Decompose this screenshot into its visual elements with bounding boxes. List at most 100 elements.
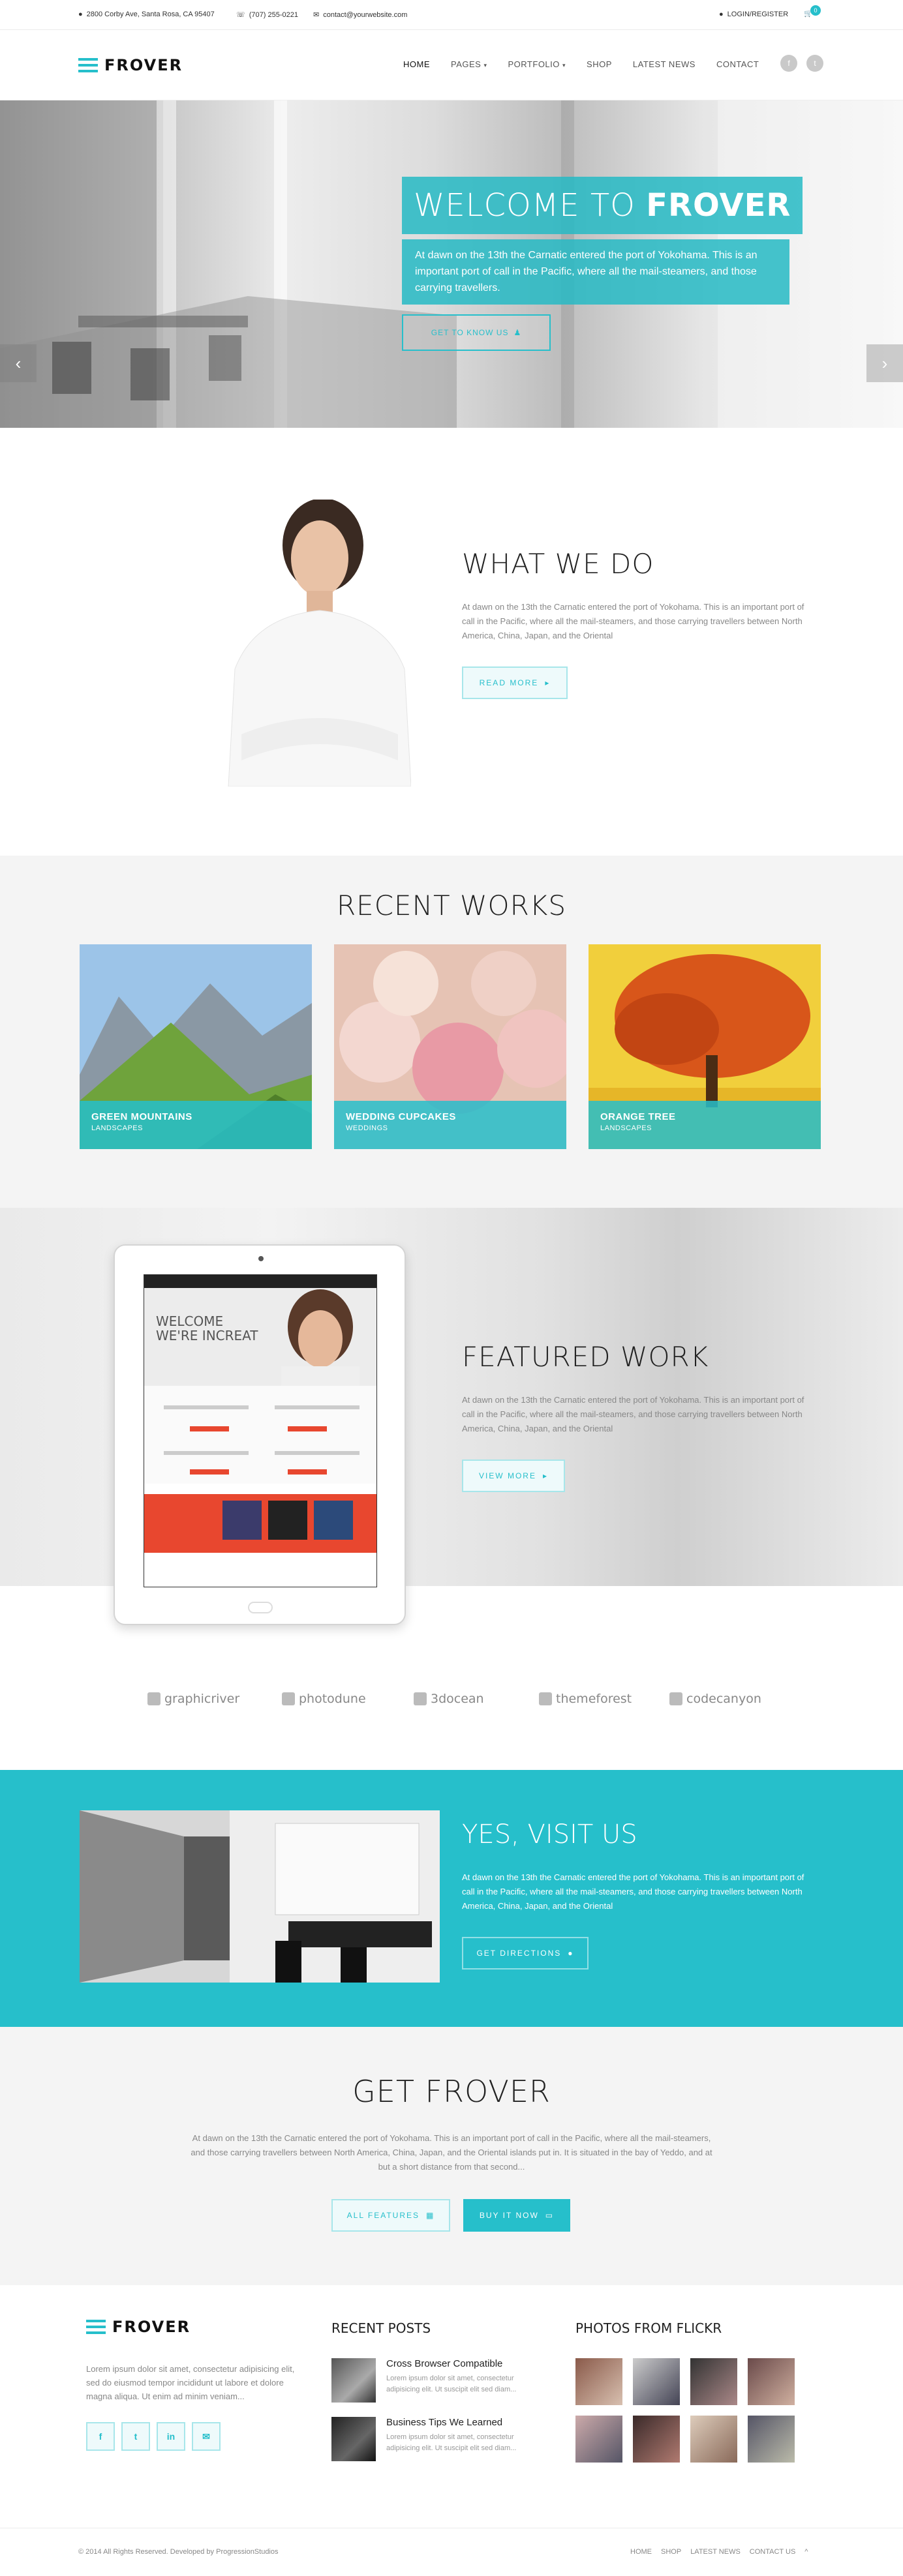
- flickr-photo[interactable]: [633, 2416, 680, 2463]
- partner-logo-text: photodune: [299, 1692, 366, 1706]
- tablet-placeholder-line: [275, 1405, 360, 1409]
- facebook-icon[interactable]: f: [780, 55, 797, 72]
- footer-nav-home[interactable]: HOME: [630, 2548, 652, 2556]
- recent-post-item[interactable]: Business Tips We Learned Lorem ipsum dol…: [331, 2417, 536, 2461]
- read-more-button[interactable]: READ MORE ▸: [462, 666, 568, 699]
- chevron-down-icon: ▾: [483, 62, 487, 68]
- twitter-icon[interactable]: t: [806, 55, 823, 72]
- portfolio-card[interactable]: ORANGE TREE LANDSCAPES: [589, 944, 821, 1149]
- footer-bottom-bar: © 2014 All Rights Reserved. Developed by…: [0, 2528, 903, 2576]
- map-pin-icon: ●: [568, 1949, 574, 1958]
- nav-contact[interactable]: CONTACT: [706, 59, 769, 69]
- facebook-icon[interactable]: f: [86, 2422, 115, 2451]
- nav-pages[interactable]: PAGES ▾: [440, 59, 498, 69]
- tablet-placeholder-button: [288, 1426, 327, 1431]
- tablet-placeholder-line: [164, 1405, 249, 1409]
- email-info[interactable]: ✉ contact@yourwebsite.com: [313, 10, 407, 20]
- footer-nav-latest-news[interactable]: LATEST NEWS: [690, 2548, 741, 2556]
- flickr-photo[interactable]: [748, 2358, 795, 2405]
- portfolio-card-title: WEDDING CUPCAKES: [346, 1111, 456, 1122]
- partner-logo[interactable]: 3docean: [414, 1692, 484, 1706]
- partner-logo[interactable]: graphicriver: [147, 1692, 239, 1706]
- hero-slider: WELCOME TO FROVER At dawn on the 13th th…: [0, 100, 903, 428]
- hero-title: WELCOME TO FROVER: [402, 177, 803, 234]
- view-more-button[interactable]: VIEW MORE ▸: [462, 1460, 565, 1492]
- scroll-top-icon[interactable]: ^: [804, 2548, 808, 2556]
- tablet-placeholder-line: [275, 1451, 360, 1455]
- flickr-photo[interactable]: [575, 2416, 622, 2463]
- tablet-thumb: [314, 1501, 353, 1540]
- post-title[interactable]: Business Tips We Learned: [386, 2417, 536, 2428]
- phone-text: (707) 255-0221: [249, 10, 298, 19]
- partner-logo[interactable]: themeforest: [539, 1692, 632, 1706]
- photodune-icon: [282, 1692, 295, 1705]
- graphicriver-icon: [147, 1692, 161, 1705]
- 3docean-icon: [414, 1692, 427, 1705]
- partner-logo-text: themeforest: [556, 1692, 632, 1706]
- main-nav: HOME PAGES ▾ PORTFOLIO ▾ SHOP LATEST NEW…: [393, 59, 769, 69]
- mail-icon[interactable]: ✉: [192, 2422, 221, 2451]
- recent-works-title: RECENT WORKS: [337, 890, 566, 921]
- hero-text: At dawn on the 13th the Carnatic entered…: [402, 239, 789, 305]
- get-directions-button[interactable]: GET DIRECTIONS ●: [462, 1937, 589, 1969]
- nav-portfolio[interactable]: PORTFOLIO ▾: [498, 59, 577, 69]
- footer-logo[interactable]: FROVER: [86, 2318, 191, 2336]
- post-thumbnail[interactable]: [331, 2358, 376, 2403]
- slider-prev-button[interactable]: ‹: [0, 344, 37, 382]
- portfolio-card-label: ORANGE TREE LANDSCAPES: [589, 1101, 821, 1149]
- logo-mark-icon: [78, 58, 98, 72]
- logo-text: FROVER: [104, 56, 183, 74]
- recent-works-section: RECENT WORKS GREEN MOUNTAINS LANDSCAPES …: [0, 856, 903, 1208]
- footer-logo-text: FROVER: [112, 2318, 191, 2336]
- what-we-do-text: At dawn on the 13th the Carnatic entered…: [462, 602, 804, 640]
- twitter-icon[interactable]: t: [121, 2422, 150, 2451]
- top-bar: ● 2800 Corby Ave, Santa Rosa, CA 95407 ☏…: [0, 0, 903, 30]
- portfolio-card-label: GREEN MOUNTAINS LANDSCAPES: [80, 1101, 312, 1149]
- recent-posts-title: RECENT POSTS: [331, 2320, 431, 2336]
- nav-home[interactable]: HOME: [393, 59, 440, 69]
- card-icon: ▭: [545, 2211, 555, 2220]
- flickr-photo[interactable]: [748, 2416, 795, 2463]
- portfolio-card[interactable]: GREEN MOUNTAINS LANDSCAPES: [80, 944, 312, 1149]
- nav-latest-news[interactable]: LATEST NEWS: [622, 59, 706, 69]
- read-more-label: READ MORE: [479, 678, 539, 687]
- login-text[interactable]: LOGIN/REGISTER: [727, 10, 789, 18]
- tablet-headline-line: WE'RE INCREAT: [156, 1328, 258, 1343]
- footer-nav-shop[interactable]: SHOP: [661, 2548, 681, 2556]
- footer-nav: HOME SHOP LATEST NEWS CONTACT US ^: [630, 2548, 808, 2556]
- all-features-button[interactable]: ALL FEATURES ▦: [331, 2199, 450, 2232]
- post-thumbnail[interactable]: [331, 2417, 376, 2461]
- partner-logo[interactable]: codecanyon: [669, 1692, 761, 1706]
- address-info: ● 2800 Corby Ave, Santa Rosa, CA 95407: [78, 10, 215, 18]
- portfolio-card[interactable]: WEDDING CUPCAKES WEDDINGS: [334, 944, 566, 1149]
- flickr-photo[interactable]: [690, 2358, 737, 2405]
- tablet-mockup: WELCOME WE'RE INCREAT: [114, 1244, 406, 1625]
- nav-pages-label: PAGES: [451, 59, 482, 69]
- linkedin-icon[interactable]: in: [157, 2422, 185, 2451]
- flickr-photo[interactable]: [633, 2358, 680, 2405]
- get-to-know-us-button[interactable]: GET TO KNOW US ♟: [402, 314, 551, 351]
- email-text[interactable]: contact@yourwebsite.com: [323, 11, 407, 19]
- flickr-photo[interactable]: [575, 2358, 622, 2405]
- map-pin-icon: ●: [78, 10, 83, 18]
- visit-us-section: YES, VISIT US At dawn on the 13th the Ca…: [0, 1770, 903, 2027]
- themeforest-icon: [539, 1692, 552, 1705]
- login-link[interactable]: ● LOGIN/REGISTER: [719, 10, 788, 18]
- flickr-photo[interactable]: [690, 2416, 737, 2463]
- recent-post-item[interactable]: Cross Browser Compatible Lorem ipsum dol…: [331, 2358, 536, 2403]
- featured-work-text: At dawn on the 13th the Carnatic entered…: [462, 1395, 804, 1433]
- cart-button[interactable]: 🛒 0: [804, 5, 821, 18]
- slider-next-button[interactable]: ›: [866, 344, 903, 382]
- partner-logo-text: 3docean: [431, 1692, 484, 1706]
- site-logo[interactable]: FROVER: [78, 56, 183, 74]
- tablet-camera-icon: [258, 1256, 264, 1261]
- nav-shop[interactable]: SHOP: [576, 59, 622, 69]
- tablet-home-button: [248, 1602, 273, 1613]
- portfolio-card-category: LANDSCAPES: [600, 1124, 652, 1132]
- buy-it-now-button[interactable]: BUY IT NOW ▭: [463, 2199, 570, 2232]
- address-text: 2800 Corby Ave, Santa Rosa, CA 95407: [86, 10, 215, 18]
- footer-nav-contact-us[interactable]: CONTACT US: [750, 2548, 796, 2556]
- post-title[interactable]: Cross Browser Compatible: [386, 2358, 536, 2369]
- partner-logo[interactable]: photodune: [282, 1692, 366, 1706]
- chevron-down-icon: ▾: [562, 62, 566, 68]
